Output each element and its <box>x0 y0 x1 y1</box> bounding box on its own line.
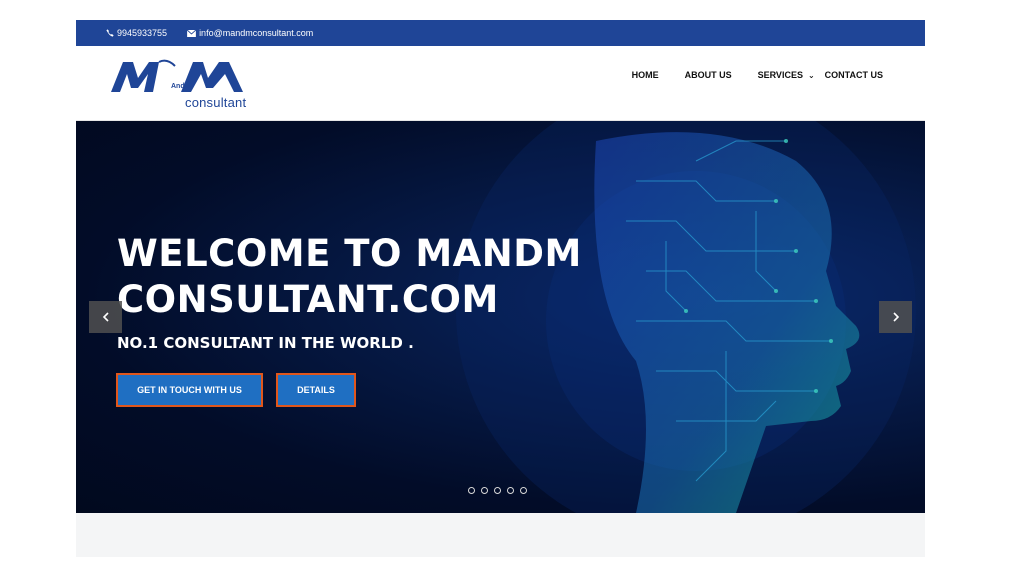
phone-icon <box>106 29 114 37</box>
nav-services-label: SERVICES <box>757 70 803 80</box>
logo-and-text: And <box>171 83 185 90</box>
nav-about-us[interactable]: ABOUT US <box>685 70 732 80</box>
slide-dot-5[interactable] <box>520 487 527 494</box>
website-frame: 9945933755 info@mandmconsultant.com And … <box>76 20 925 557</box>
email-contact[interactable]: info@mandmconsultant.com <box>187 28 313 38</box>
site-logo[interactable]: And consultant <box>109 58 259 114</box>
slide-dot-2[interactable] <box>481 487 488 494</box>
slide-dot-3[interactable] <box>494 487 501 494</box>
slider-prev-button[interactable] <box>89 301 122 333</box>
logo-mark <box>111 59 243 92</box>
site-header: And consultant HOME ABOUT US SERVICES ⌄ … <box>76 46 925 121</box>
chevron-down-icon: ⌄ <box>807 70 815 80</box>
chevron-right-icon <box>892 312 899 322</box>
phone-contact[interactable]: 9945933755 <box>106 28 167 38</box>
slide-dot-4[interactable] <box>507 487 514 494</box>
slider-next-button[interactable] <box>879 301 912 333</box>
next-section-strip <box>76 513 925 557</box>
contact-topbar: 9945933755 info@mandmconsultant.com <box>76 20 925 46</box>
details-button[interactable]: DETAILS <box>276 373 356 407</box>
envelope-icon <box>187 29 197 37</box>
nav-services[interactable]: SERVICES ⌄ <box>758 70 815 80</box>
hero-subtitle: NO.1 CONSULTANT IN THE WORLD . <box>117 334 414 352</box>
nav-home[interactable]: HOME <box>632 70 659 80</box>
logo-tagline: consultant <box>185 95 247 110</box>
chevron-left-icon <box>102 312 109 322</box>
hero-title: WELCOME TO MANDM CONSULTANT.COM <box>117 231 582 323</box>
hero-slider: WELCOME TO MANDM CONSULTANT.COM NO.1 CON… <box>76 121 925 513</box>
get-in-touch-button[interactable]: GET IN TOUCH WITH US <box>116 373 263 407</box>
slide-dot-1[interactable] <box>468 487 475 494</box>
hero-title-line2: CONSULTANT.COM <box>117 278 499 321</box>
hero-title-line1: WELCOME TO MANDM <box>117 232 582 275</box>
nav-contact-us[interactable]: CONTACT US <box>825 70 883 80</box>
email-address: info@mandmconsultant.com <box>199 28 314 38</box>
slider-pagination <box>468 487 533 494</box>
phone-number: 9945933755 <box>117 28 168 38</box>
main-nav: HOME ABOUT US SERVICES ⌄ CONTACT US <box>606 70 883 80</box>
